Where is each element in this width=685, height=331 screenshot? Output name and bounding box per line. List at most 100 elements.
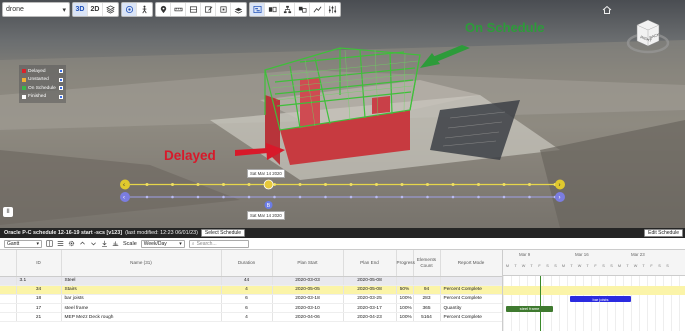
- baseline-tick[interactable]: [222, 195, 225, 199]
- edit-schedule-button[interactable]: Edit Schedule: [644, 229, 683, 237]
- timeline-tick[interactable]: [451, 183, 455, 186]
- gantt-chart[interactable]: Mar 9 Mar 16 Mar 23 M T W T F S S M T W T F S S M T W T F S Sba…: [502, 250, 685, 331]
- gear-icon[interactable]: [68, 240, 75, 247]
- row-checkbox[interactable]: [0, 285, 17, 295]
- timeline-tick[interactable]: [426, 183, 429, 186]
- legend-item[interactable]: Finished: [22, 93, 63, 102]
- legend-item[interactable]: Delayed: [22, 67, 63, 76]
- scale-select[interactable]: Week/Day ▾: [140, 239, 185, 248]
- checkbox-icon[interactable]: [59, 69, 63, 74]
- timeline-tick[interactable]: [375, 183, 378, 186]
- timeline-tick[interactable]: [171, 183, 174, 186]
- baseline-tick[interactable]: [349, 195, 353, 199]
- column-header[interactable]: Name (31): [61, 250, 222, 277]
- baseline-tick[interactable]: [247, 195, 251, 199]
- mode-2d-button[interactable]: 2D: [88, 3, 103, 16]
- deviation-icon[interactable]: [310, 3, 325, 16]
- column-header[interactable]: Plan Start: [272, 250, 344, 277]
- table-row[interactable]: 34 Stairs 4 2020-05-05 2020-05-08 50% 94 Percen…: [0, 285, 503, 295]
- column-header[interactable]: [0, 250, 17, 277]
- schedule-view-select[interactable]: Gantt ▾: [4, 239, 42, 248]
- baseline-tick[interactable]: [426, 195, 429, 199]
- 3d-viewport[interactable]: drone ▾ 3D 2D RIGHT BACK Delayed Unstart…: [0, 0, 685, 228]
- baseline-tick[interactable]: [324, 195, 327, 199]
- baseline-prev-button[interactable]: [120, 192, 130, 202]
- checkbox-icon[interactable]: [59, 94, 63, 99]
- walk-icon[interactable]: [137, 3, 152, 16]
- table-row[interactable]: 17 steel frame 6 2020-03-10 2020-03-17 100% 36…: [0, 303, 503, 314]
- timeline-tick[interactable]: [400, 183, 404, 186]
- baseline-tick[interactable]: [477, 195, 480, 199]
- timeline-tick[interactable]: [273, 183, 276, 186]
- legend-label: On Schedule: [28, 85, 56, 91]
- timeline-tick[interactable]: [145, 183, 149, 186]
- row-checkbox[interactable]: [0, 294, 17, 305]
- baseline-tick[interactable]: [145, 195, 149, 199]
- timeline-tick[interactable]: [247, 183, 251, 186]
- checkbox-icon[interactable]: [59, 86, 63, 91]
- baseline-tick[interactable]: [171, 195, 174, 199]
- baseline-tick[interactable]: [375, 195, 378, 199]
- section-box-icon[interactable]: [216, 3, 231, 16]
- gantt-bar[interactable]: bar joists: [570, 296, 631, 302]
- area-measure-icon[interactable]: [186, 3, 201, 16]
- settings-sliders-icon[interactable]: [325, 3, 340, 16]
- baseline-tick[interactable]: [502, 195, 506, 199]
- orbit-icon[interactable]: [122, 3, 137, 16]
- timeline-slider[interactable]: ‹ › ‹ › B Sat Mar 14 2020 Sat Mar 14 202…: [115, 169, 570, 222]
- schedule-search[interactable]: ⌕ Search...: [188, 239, 249, 248]
- column-header[interactable]: Elements Count: [413, 250, 441, 277]
- table-row[interactable]: 18 bar joists 6 2020-03-18 2020-03-25 100% 283…: [0, 294, 503, 305]
- expand-down-icon[interactable]: [90, 240, 97, 247]
- row-checkbox[interactable]: [0, 276, 17, 286]
- collapse-up-icon[interactable]: [79, 240, 86, 247]
- baseline-tick[interactable]: [400, 195, 404, 199]
- baseline-tick[interactable]: [528, 195, 531, 199]
- clash-icon[interactable]: [295, 3, 310, 16]
- timeline-current-handle[interactable]: [263, 179, 274, 190]
- timeline-tick[interactable]: [349, 183, 353, 186]
- checkbox-icon[interactable]: [59, 77, 63, 82]
- grid-compare-icon[interactable]: [265, 3, 280, 16]
- view-select[interactable]: drone ▾: [2, 2, 70, 17]
- hierarchy-icon[interactable]: [280, 3, 295, 16]
- stack-icon[interactable]: [103, 3, 118, 16]
- column-header[interactable]: Progress: [396, 250, 415, 277]
- timeline-tick[interactable]: [477, 183, 480, 186]
- baseline-tick[interactable]: [273, 195, 276, 199]
- markup-icon[interactable]: [201, 3, 216, 16]
- timeline-tick[interactable]: [528, 183, 531, 186]
- legend-item[interactable]: On Schedule: [22, 84, 63, 93]
- row-checkbox[interactable]: [0, 312, 17, 323]
- home-icon[interactable]: [602, 5, 612, 15]
- select-schedule-button[interactable]: Select Schedule: [200, 229, 246, 237]
- baseline-tick[interactable]: [196, 195, 200, 199]
- timeline-tick[interactable]: [222, 183, 225, 186]
- row-checkbox[interactable]: [0, 303, 17, 314]
- column-header[interactable]: Duration: [221, 250, 273, 277]
- timeline-tick[interactable]: [502, 183, 506, 186]
- mode-3d-button[interactable]: 3D: [73, 3, 88, 16]
- download-icon[interactable]: [101, 240, 108, 247]
- measure-icon[interactable]: [171, 3, 186, 16]
- gantt-bar[interactable]: steel frame: [506, 305, 553, 312]
- baseline-tick[interactable]: [451, 195, 455, 199]
- columns-icon[interactable]: [46, 240, 53, 247]
- view-cube[interactable]: RIGHT BACK: [625, 13, 671, 59]
- layers-icon[interactable]: [231, 3, 246, 16]
- table-row[interactable]: 21 MEP Mezz Deck rough 4 2020-04-06 2020-04-…: [0, 312, 503, 323]
- schedule-icon[interactable]: [250, 3, 265, 16]
- timeline-tick[interactable]: [298, 183, 302, 186]
- timeline-prev-button[interactable]: [120, 179, 130, 190]
- column-header[interactable]: Plan End: [343, 250, 397, 277]
- baseline-tick[interactable]: [298, 195, 302, 199]
- column-header[interactable]: ID: [16, 250, 62, 277]
- pause-icon[interactable]: II: [3, 207, 13, 217]
- legend-item[interactable]: Unstarted: [22, 76, 63, 85]
- location-pin-icon[interactable]: [156, 3, 171, 16]
- list-icon[interactable]: [57, 240, 64, 247]
- timeline-tick[interactable]: [196, 183, 200, 186]
- column-header[interactable]: Report Mode: [440, 250, 503, 277]
- timeline-tick[interactable]: [324, 183, 327, 186]
- table-row[interactable]: 3.1 Steel 44 2020-03-03 2020-05-08: [0, 276, 503, 286]
